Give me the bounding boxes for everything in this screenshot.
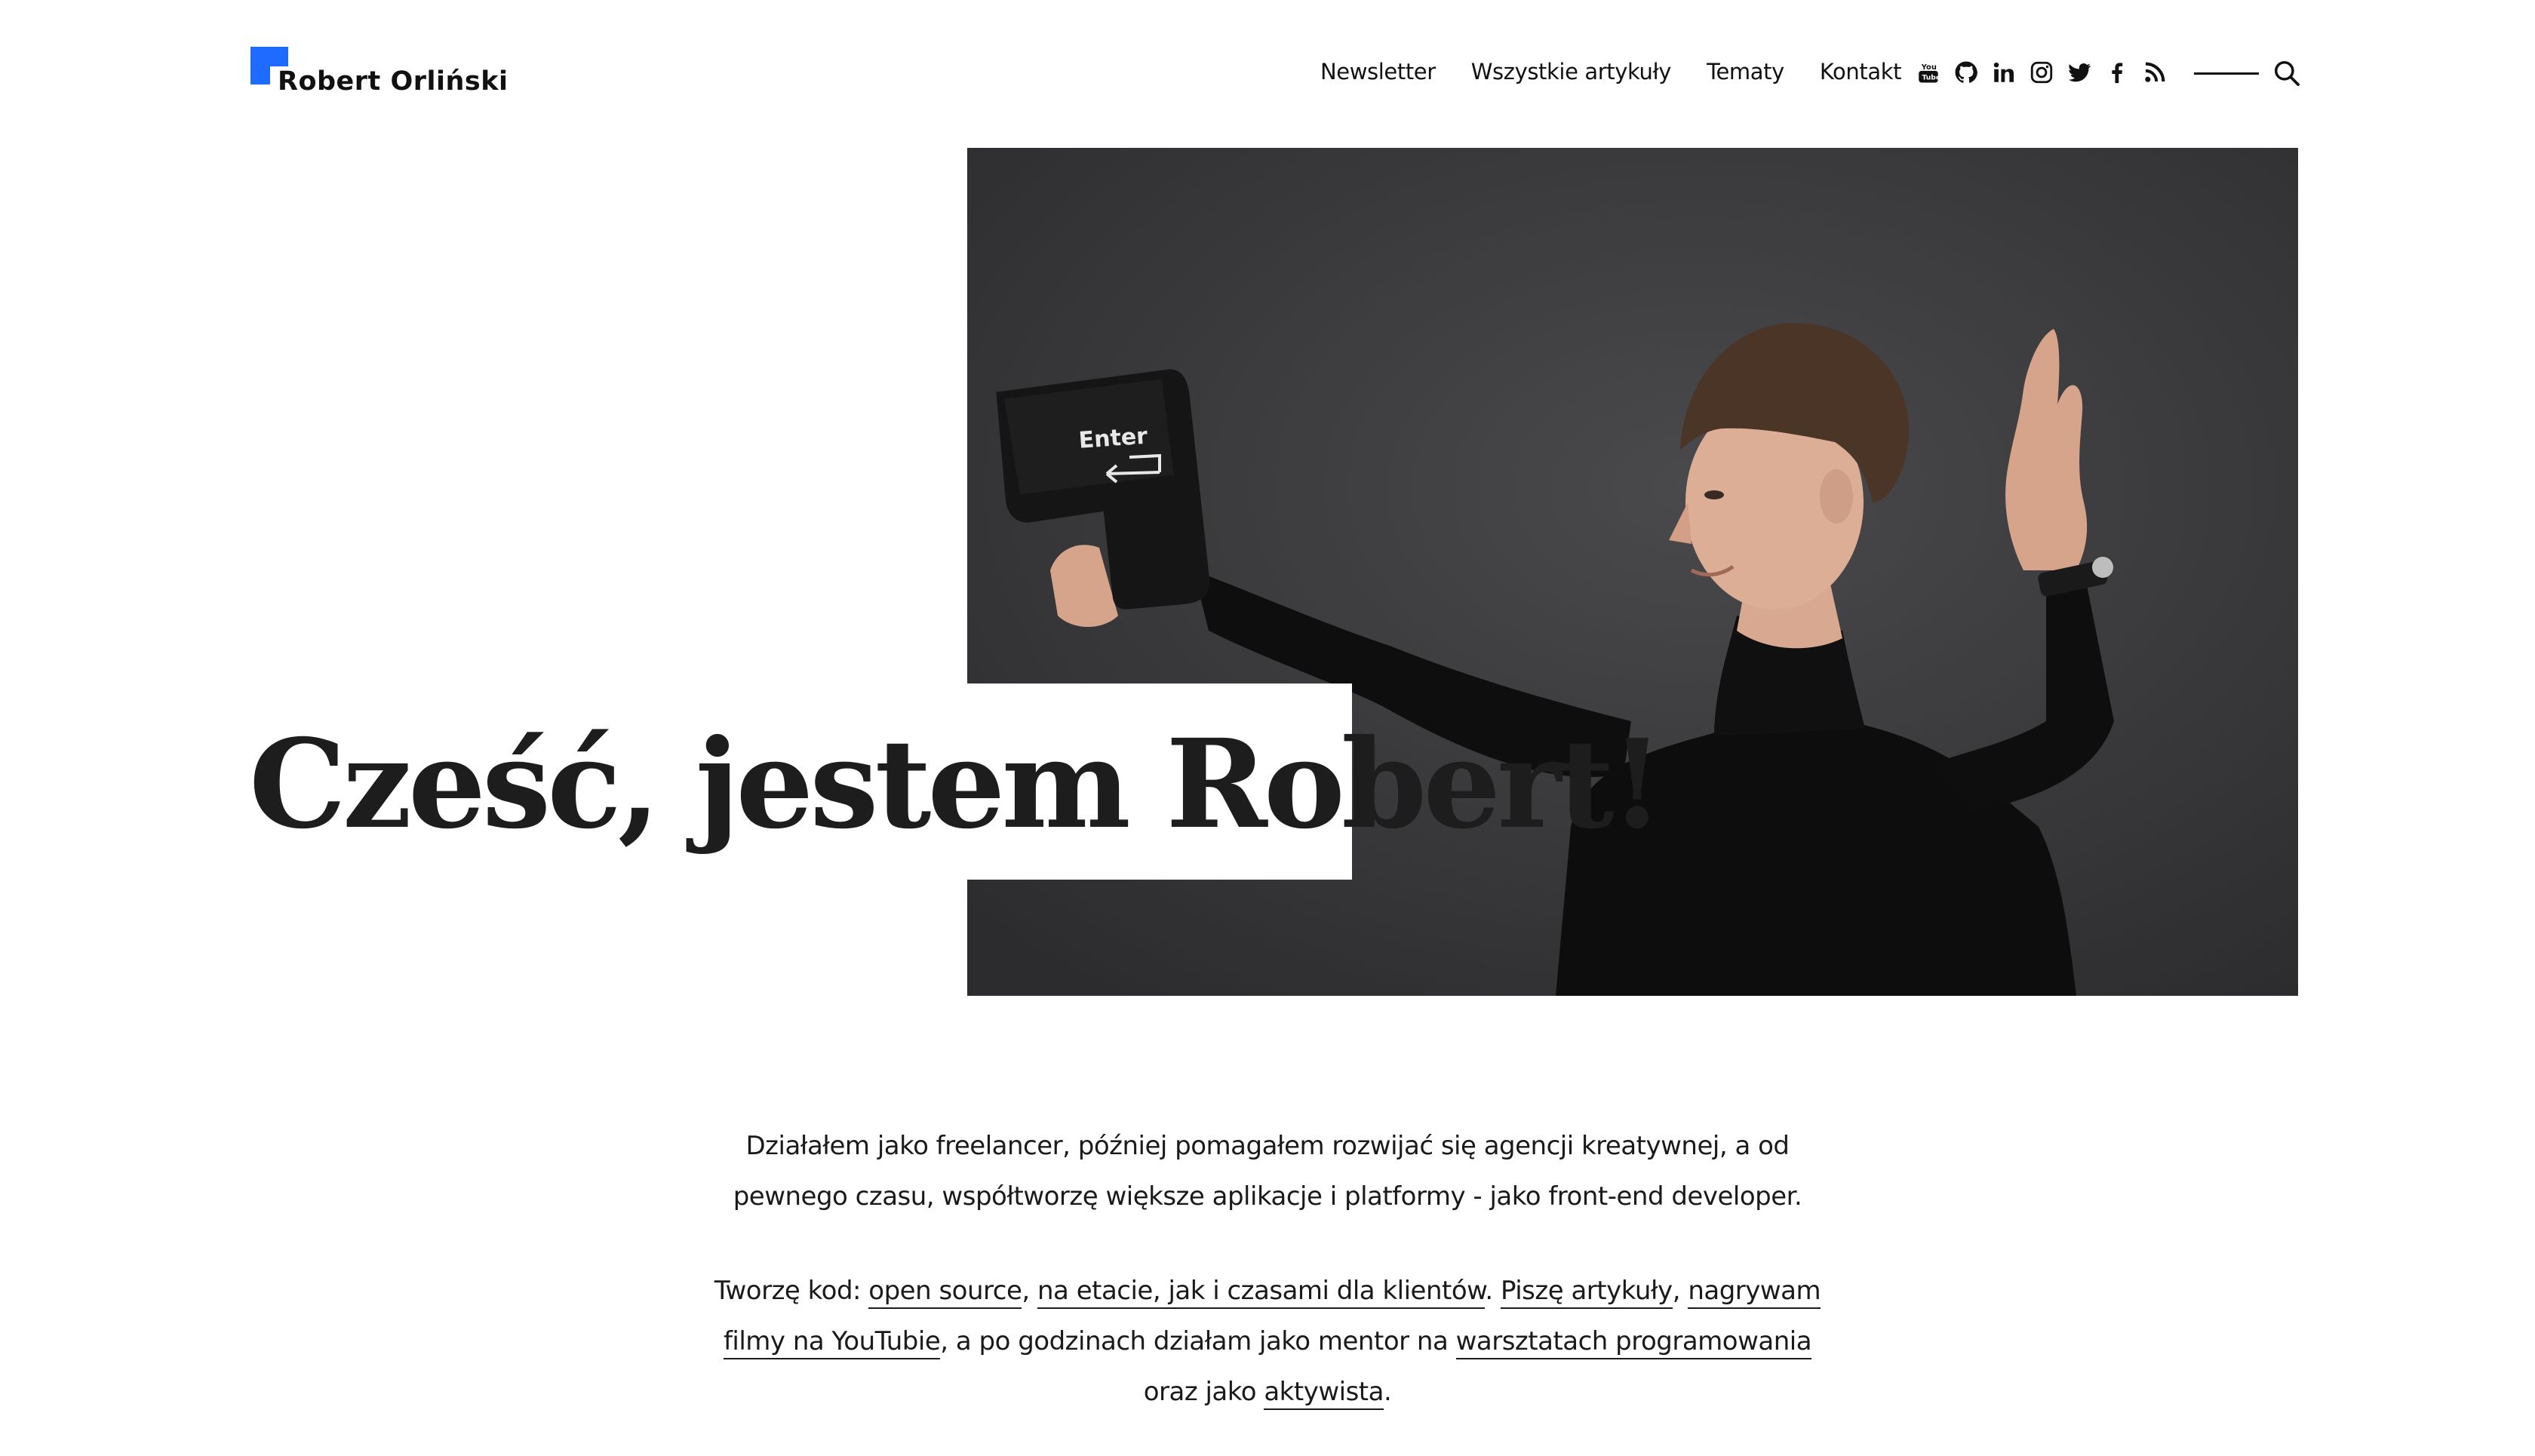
- link-workshops[interactable]: warsztatach programowania: [1455, 1326, 1812, 1359]
- main-nav: Newsletter Wszystkie artykuły Tematy Kon…: [1320, 53, 1937, 91]
- bio-text: ,: [1672, 1276, 1688, 1306]
- instagram-icon[interactable]: [2028, 59, 2055, 86]
- bio-text: Tworzę kod:: [714, 1276, 869, 1306]
- bio-text: oraz jako: [1143, 1377, 1264, 1407]
- github-icon[interactable]: [1953, 59, 1980, 86]
- header-divider: [2194, 72, 2259, 75]
- facebook-icon[interactable]: [2103, 59, 2131, 86]
- nav-topics[interactable]: Tematy: [1707, 59, 1784, 84]
- site-logo[interactable]: Robert Orliński: [250, 47, 508, 100]
- nav-newsletter[interactable]: Newsletter: [1320, 59, 1436, 84]
- bio-text: .: [1383, 1377, 1392, 1407]
- link-employment[interactable]: na etacie, jak i czasami dla klientów: [1037, 1276, 1486, 1309]
- logo-text: Robert Orliński: [278, 66, 509, 97]
- bio-text: .: [1485, 1276, 1501, 1306]
- link-open-source[interactable]: open source: [868, 1276, 1022, 1309]
- link-activist[interactable]: aktywista: [1264, 1377, 1384, 1410]
- svg-text:Tube: Tube: [1922, 73, 1941, 81]
- nav-all-articles[interactable]: Wszystkie artykuły: [1471, 59, 1672, 84]
- bio-paragraph-1: Działałem jako freelancer, później pomag…: [733, 1131, 1802, 1212]
- social-links: You Tube: [1915, 56, 2179, 89]
- link-articles[interactable]: Piszę artykuły: [1500, 1276, 1673, 1309]
- hero-title: Cześć, jestem Robert!: [249, 713, 1664, 856]
- rss-icon[interactable]: [2141, 59, 2168, 86]
- enter-key-label: Enter: [1078, 423, 1149, 454]
- twitter-icon[interactable]: [2066, 59, 2093, 86]
- search-icon[interactable]: [2272, 59, 2301, 88]
- bio-text: ,: [1022, 1276, 1037, 1306]
- bio-paragraph-2: Tworzę kod: open source, na etacie, jak …: [694, 1266, 1841, 1418]
- svg-text:You: You: [1921, 63, 1937, 72]
- youtube-icon[interactable]: You Tube: [1915, 59, 1942, 86]
- bio-text: , a po godzinach działam jako mentor na: [940, 1326, 1456, 1356]
- linkedin-icon[interactable]: [1990, 59, 2017, 86]
- nav-contact[interactable]: Kontakt: [1820, 59, 1902, 84]
